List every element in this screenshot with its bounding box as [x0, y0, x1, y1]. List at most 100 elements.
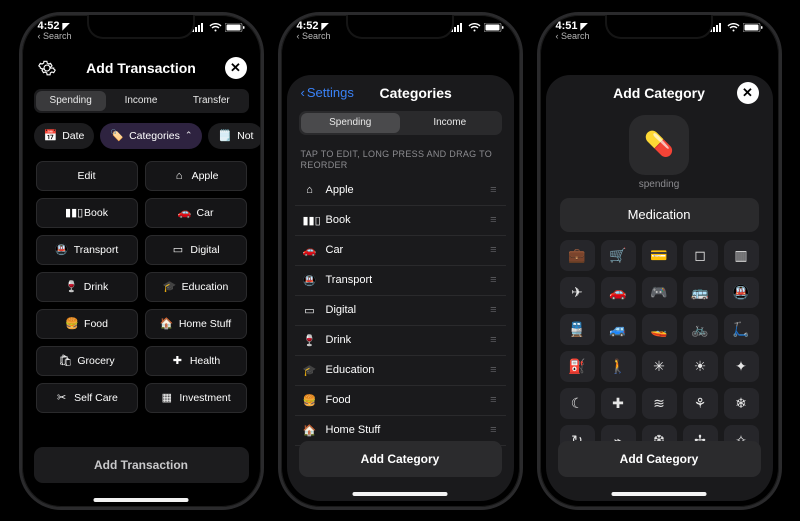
- drag-handle-icon[interactable]: ≡: [490, 364, 497, 376]
- gear-icon[interactable]: [36, 57, 58, 79]
- list-item-book[interactable]: ▮▮▯ Book ≡: [295, 206, 506, 236]
- phone-add-transaction: 4:52◤ ‹ Search Add Transaction ✕ Spendin…: [19, 12, 264, 510]
- icon-option[interactable]: ☀: [683, 351, 718, 382]
- tag-icon: 🏷️: [110, 129, 124, 142]
- category-label: Digital: [326, 304, 357, 316]
- list-item-education[interactable]: 🎓Education≡: [295, 356, 506, 386]
- add-category-button[interactable]: Add Category: [299, 441, 502, 477]
- segmented-type[interactable]: Spending Income: [299, 111, 502, 135]
- list-item-digital[interactable]: ▭Digital≡: [295, 296, 506, 326]
- category-label: Education: [326, 364, 375, 376]
- category-home-stuff[interactable]: 🏠Home Stuff: [145, 309, 247, 339]
- icon-option[interactable]: ▥: [724, 240, 759, 271]
- category-label: Health: [190, 355, 220, 367]
- category-icon: 🚇: [55, 243, 68, 256]
- icon-option[interactable]: 💼: [560, 240, 595, 271]
- selected-icon-preview[interactable]: 💊: [629, 115, 689, 175]
- chip-categories[interactable]: 🏷️Categories⌃: [100, 123, 202, 149]
- category-self-care[interactable]: ✂Self Care: [36, 383, 138, 413]
- note-icon: 🗒️: [218, 129, 232, 142]
- list-item-apple[interactable]: ⌂Apple≡: [295, 176, 506, 206]
- notch: [605, 15, 713, 39]
- close-button[interactable]: ✕: [225, 57, 247, 79]
- icon-option[interactable]: ✈: [560, 277, 595, 308]
- battery-icon: [484, 23, 504, 32]
- category-drink[interactable]: 🍷Drink: [36, 272, 138, 302]
- close-button[interactable]: ✕: [737, 82, 759, 104]
- page-title: Add Transaction: [58, 60, 225, 76]
- icon-option[interactable]: ✦: [724, 351, 759, 382]
- drag-handle-icon[interactable]: ≡: [490, 334, 497, 346]
- icon-option[interactable]: ≋: [642, 388, 677, 419]
- icon-option[interactable]: ✚: [601, 388, 636, 419]
- category-grocery[interactable]: 🛍Grocery: [36, 346, 138, 376]
- icon-option[interactable]: ❄: [724, 388, 759, 419]
- icon-option[interactable]: 🛴: [724, 314, 759, 345]
- category-edit[interactable]: Edit: [36, 161, 138, 191]
- phone-add-category: 4:51◤ ‹ Search Add Category ✕ 💊 spending…: [537, 12, 782, 510]
- chip-date[interactable]: 📅Date: [34, 123, 95, 149]
- category-health[interactable]: ✚Health: [145, 346, 247, 376]
- icon-option[interactable]: 🚙: [601, 314, 636, 345]
- icon-option[interactable]: 🚲: [683, 314, 718, 345]
- category-icon: ✂: [55, 391, 68, 404]
- category-investment[interactable]: ▦Investment: [145, 383, 247, 413]
- icon-option[interactable]: 💳: [642, 240, 677, 271]
- icon-option[interactable]: 🚤: [642, 314, 677, 345]
- drag-handle-icon[interactable]: ≡: [490, 274, 497, 286]
- category-car[interactable]: 🚗Car: [145, 198, 247, 228]
- seg-transfer[interactable]: Transfer: [176, 91, 246, 111]
- notch: [87, 15, 195, 39]
- icon-option[interactable]: ⚘: [683, 388, 718, 419]
- category-icon: 🍔: [303, 394, 317, 407]
- breadcrumb-search[interactable]: ‹ Search: [297, 32, 331, 41]
- back-settings[interactable]: ‹Settings: [301, 85, 354, 100]
- icon-option[interactable]: ⛽: [560, 351, 595, 382]
- icon-option[interactable]: 🎮: [642, 277, 677, 308]
- segmented-type[interactable]: Spending Income Transfer: [34, 89, 249, 113]
- drag-handle-icon[interactable]: ≡: [490, 394, 497, 406]
- seg-income[interactable]: Income: [400, 113, 500, 133]
- list-item-food[interactable]: 🍔Food≡: [295, 386, 506, 416]
- icon-option[interactable]: 🛒: [601, 240, 636, 271]
- category-label: Home Stuff: [326, 424, 381, 436]
- category-icon: 🍷: [303, 334, 317, 347]
- category-food[interactable]: 🍔Food: [36, 309, 138, 339]
- drag-handle-icon[interactable]: ≡: [490, 304, 497, 316]
- icon-option[interactable]: 🚆: [560, 314, 595, 345]
- seg-income[interactable]: Income: [106, 91, 176, 111]
- category-digital[interactable]: ▭Digital: [145, 235, 247, 265]
- list-item-car[interactable]: 🚗Car≡: [295, 236, 506, 266]
- category-icon: 🛍: [58, 354, 71, 367]
- seg-spending[interactable]: Spending: [301, 113, 401, 133]
- icon-option[interactable]: ☾: [560, 388, 595, 419]
- category-icon: 🎓: [163, 280, 176, 293]
- category-book[interactable]: ▮▮▯Book: [36, 198, 138, 228]
- drag-handle-icon[interactable]: ≡: [490, 214, 497, 226]
- list-item-transport[interactable]: 🚇Transport≡: [295, 266, 506, 296]
- category-education[interactable]: 🎓Education: [145, 272, 247, 302]
- drag-handle-icon[interactable]: ≡: [490, 424, 497, 436]
- chip-note[interactable]: 🗒️Not: [208, 123, 260, 149]
- drag-handle-icon[interactable]: ≡: [490, 184, 497, 196]
- icon-option[interactable]: 🚶: [601, 351, 636, 382]
- category-label: Book: [326, 214, 351, 226]
- category-icon: ▮▮▯: [303, 214, 317, 227]
- category-transport[interactable]: 🚇Transport: [36, 235, 138, 265]
- icon-option[interactable]: 🚌: [683, 277, 718, 308]
- icon-option[interactable]: ✳: [642, 351, 677, 382]
- breadcrumb-search[interactable]: ‹ Search: [38, 32, 72, 41]
- drag-handle-icon[interactable]: ≡: [490, 244, 497, 256]
- home-indicator: [353, 492, 448, 496]
- add-category-button[interactable]: Add Category: [558, 441, 761, 477]
- sheet: Add Category ✕ 💊 spending Medication 💼🛒💳…: [546, 75, 773, 501]
- icon-option[interactable]: 🚗: [601, 277, 636, 308]
- category-apple[interactable]: ⌂Apple: [145, 161, 247, 191]
- icon-option[interactable]: 🚇: [724, 277, 759, 308]
- category-name-field[interactable]: Medication: [560, 198, 759, 232]
- add-transaction-button[interactable]: Add Transaction: [34, 447, 249, 483]
- icon-option[interactable]: ◻︎: [683, 240, 718, 271]
- list-item-drink[interactable]: 🍷Drink≡: [295, 326, 506, 356]
- breadcrumb-search[interactable]: ‹ Search: [556, 32, 590, 41]
- seg-spending[interactable]: Spending: [36, 91, 106, 111]
